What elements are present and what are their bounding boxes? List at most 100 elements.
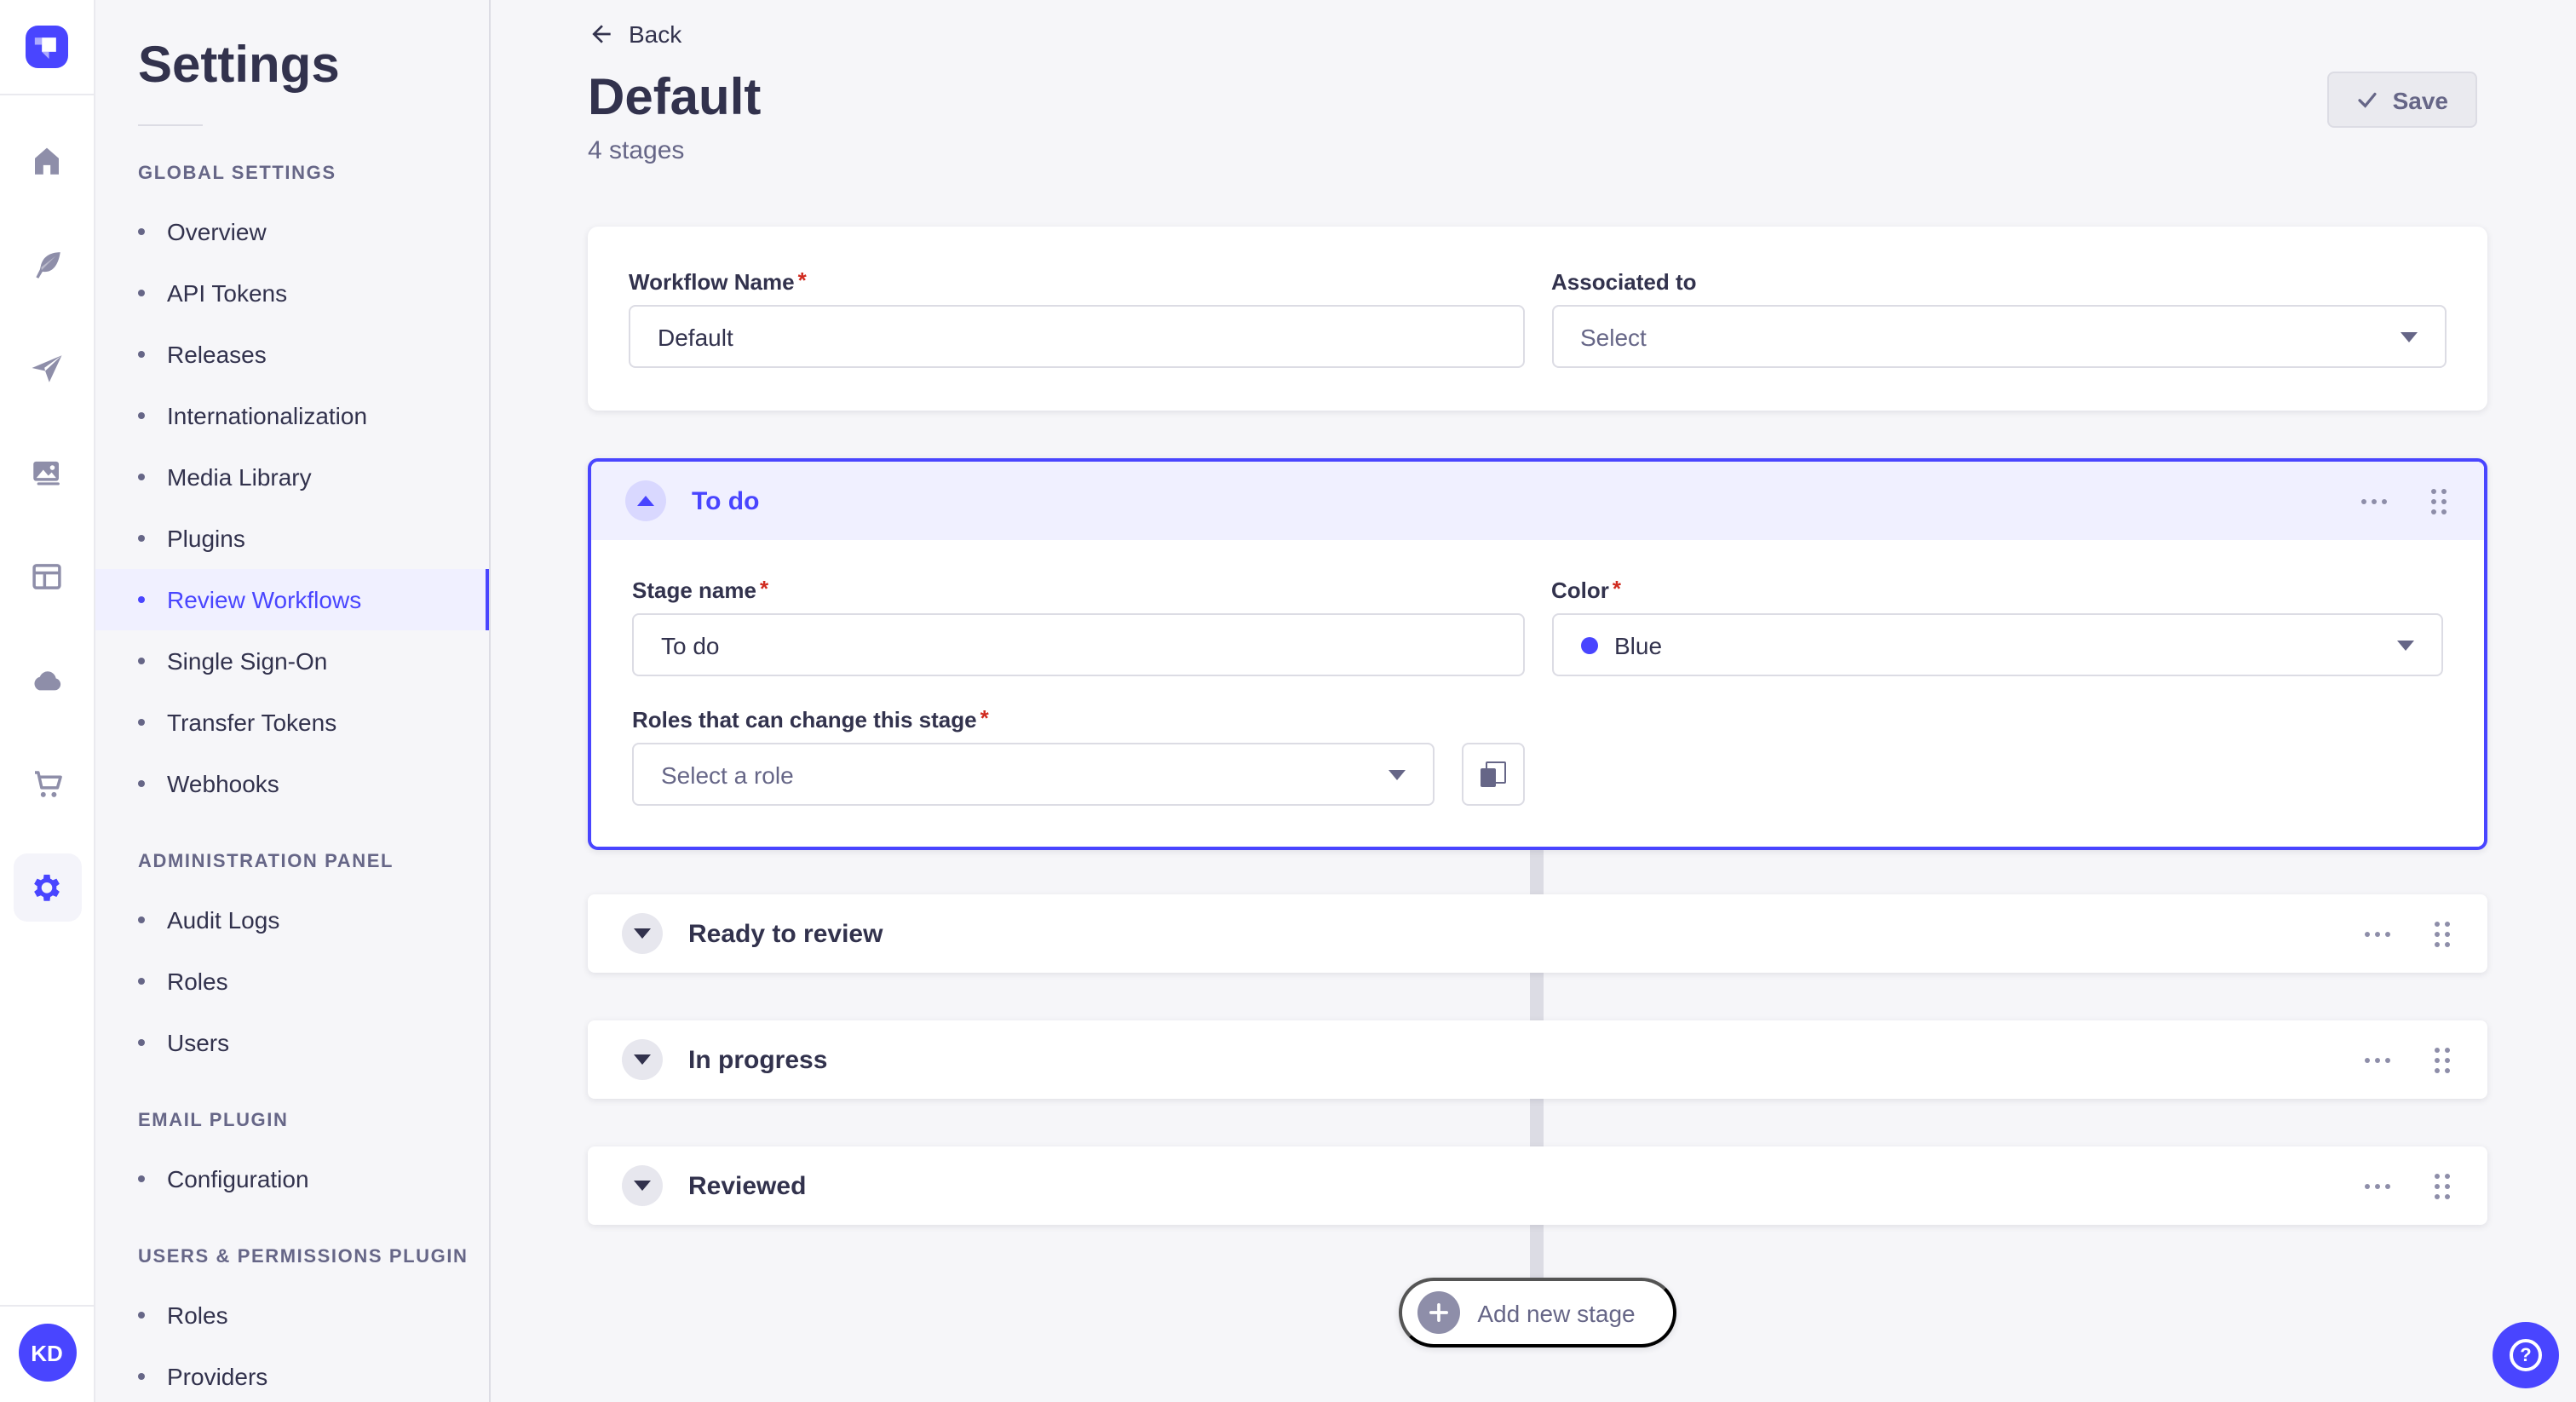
associated-to-label: Associated to xyxy=(1551,269,1697,295)
workflow-name-field: Workflow Name * xyxy=(629,267,1524,368)
required-asterisk: * xyxy=(1612,576,1622,601)
user-avatar[interactable]: KD xyxy=(18,1324,76,1382)
settings-sidebar: Settings GLOBAL SETTINGS Overview API To… xyxy=(95,0,491,1402)
stage-drag-handle[interactable] xyxy=(2431,1169,2453,1202)
associated-to-select[interactable]: Select xyxy=(1551,305,2447,368)
color-swatch-blue xyxy=(1580,636,1597,653)
sidebar-item-internationalization[interactable]: Internationalization xyxy=(95,385,489,446)
stage-name-label: Stage name * xyxy=(632,576,769,603)
required-asterisk: * xyxy=(759,576,769,601)
chevron-down-icon xyxy=(634,928,651,939)
help-button[interactable]: ? xyxy=(2493,1322,2559,1388)
expand-stage-button[interactable] xyxy=(622,913,663,954)
chevron-down-icon xyxy=(634,1054,651,1065)
bullet-icon xyxy=(138,916,145,923)
stage-title: In progress xyxy=(688,1045,828,1074)
section-email-plugin: EMAIL PLUGIN xyxy=(138,1111,289,1131)
bullet-icon xyxy=(138,290,145,296)
collapse-stage-button[interactable] xyxy=(625,480,666,521)
back-link[interactable]: Back xyxy=(588,20,681,48)
sidebar-item-audit-logs[interactable]: Audit Logs xyxy=(95,889,489,951)
stage-header-to-do[interactable]: To do xyxy=(591,462,2484,540)
workflow-name-label: Workflow Name * xyxy=(629,267,807,295)
workflow-name-input[interactable] xyxy=(629,305,1524,368)
bullet-icon xyxy=(138,1373,145,1380)
stage-body: Stage name* Color* Blue Roles that can c… xyxy=(591,540,2484,847)
bullet-icon xyxy=(138,596,145,603)
stage-title: Reviewed xyxy=(688,1171,807,1200)
sidebar-item-users[interactable]: Users xyxy=(95,1012,489,1073)
sidebar-divider xyxy=(138,124,203,126)
main-content: Back Default 4 stages Save Workflow Name… xyxy=(491,0,2576,1402)
roles-label: Roles that can change this stage * xyxy=(632,705,989,733)
pictures-icon[interactable] xyxy=(13,438,81,506)
stage-more-menu-button[interactable] xyxy=(2358,491,2390,510)
question-mark-icon: ? xyxy=(2510,1339,2542,1371)
sidebar-item-providers[interactable]: Providers xyxy=(95,1346,489,1402)
bullet-icon xyxy=(138,474,145,480)
add-new-stage-button[interactable]: Add new stage xyxy=(1399,1278,1676,1347)
bullet-icon xyxy=(138,228,145,235)
bullet-icon xyxy=(138,719,145,726)
required-asterisk: * xyxy=(797,267,807,293)
sidebar-item-webhooks[interactable]: Webhooks xyxy=(95,753,489,814)
bullet-icon xyxy=(138,1039,145,1046)
paper-plane-icon[interactable] xyxy=(13,334,81,402)
sidebar-item-releases[interactable]: Releases xyxy=(95,324,489,385)
expand-stage-button[interactable] xyxy=(622,1039,663,1080)
chevron-up-icon xyxy=(637,496,654,506)
strapi-logo-icon xyxy=(26,26,68,68)
stage-card-ready-to-review[interactable]: Ready to review xyxy=(588,894,2487,973)
sidebar-item-overview[interactable]: Overview xyxy=(95,201,489,262)
chevron-down-icon xyxy=(2397,640,2414,650)
stage-more-menu-button[interactable] xyxy=(2361,924,2394,943)
roles-select[interactable]: Select a role xyxy=(632,743,1434,806)
stage-drag-handle[interactable] xyxy=(2431,917,2453,950)
bullet-icon xyxy=(138,535,145,542)
section-administration-panel: ADMINISTRATION PANEL xyxy=(138,852,394,872)
cloud-icon[interactable] xyxy=(13,646,81,714)
stage-name-input[interactable] xyxy=(632,613,1524,676)
stage-more-menu-button[interactable] xyxy=(2361,1176,2394,1195)
stage-drag-handle[interactable] xyxy=(2431,1043,2453,1076)
home-icon[interactable] xyxy=(13,126,81,194)
bullet-icon xyxy=(138,780,145,787)
feather-pen-icon[interactable] xyxy=(13,230,81,298)
stage-card-reviewed[interactable]: Reviewed xyxy=(588,1146,2487,1225)
sidebar-item-plugins[interactable]: Plugins xyxy=(95,508,489,569)
bullet-icon xyxy=(138,658,145,664)
sidebar-item-configuration[interactable]: Configuration xyxy=(95,1148,489,1210)
sidebar-item-single-sign-on[interactable]: Single Sign-On xyxy=(95,630,489,692)
expand-stage-button[interactable] xyxy=(622,1165,663,1206)
stage-card-in-progress[interactable]: In progress xyxy=(588,1020,2487,1099)
sidebar-item-review-workflows[interactable]: Review Workflows xyxy=(95,569,489,630)
stage-drag-handle[interactable] xyxy=(2428,485,2450,517)
duplicate-icon xyxy=(1481,761,1506,787)
stage-more-menu-button[interactable] xyxy=(2361,1050,2394,1069)
color-select[interactable]: Blue xyxy=(1551,613,2443,676)
sidebar-item-media-library[interactable]: Media Library xyxy=(95,446,489,508)
workflow-form-card: Workflow Name* Associated to Select xyxy=(588,227,2487,411)
gear-icon[interactable] xyxy=(13,853,81,922)
rail-nav xyxy=(13,126,81,922)
sidebar-item-up-roles[interactable]: Roles xyxy=(95,1284,489,1346)
stage-count: 4 stages xyxy=(588,136,685,165)
duplicate-stage-button[interactable] xyxy=(1461,743,1524,806)
icon-rail: KD xyxy=(0,0,95,1402)
stage-roles-field: Roles that can change this stage * Select… xyxy=(632,705,1524,806)
sidebar-item-transfer-tokens[interactable]: Transfer Tokens xyxy=(95,692,489,753)
sidebar-item-admin-roles[interactable]: Roles xyxy=(95,951,489,1012)
check-icon xyxy=(2359,92,2378,108)
sidebar-item-api-tokens[interactable]: API Tokens xyxy=(95,262,489,324)
stage-color-field: Color * Blue xyxy=(1551,576,2443,676)
strapi-logo[interactable] xyxy=(0,0,94,95)
save-button[interactable]: Save xyxy=(2327,72,2477,128)
app-root: KD Settings GLOBAL SETTINGS Overview API… xyxy=(0,0,2576,1402)
bullet-icon xyxy=(138,1175,145,1182)
arrow-left-icon xyxy=(592,25,611,43)
shopping-cart-icon[interactable] xyxy=(13,750,81,818)
layout-icon[interactable] xyxy=(13,542,81,610)
stage-card-to-do: To do Stage name* Color* Blue xyxy=(588,458,2487,850)
color-label: Color * xyxy=(1551,576,1622,603)
stage-title: To do xyxy=(692,486,760,515)
